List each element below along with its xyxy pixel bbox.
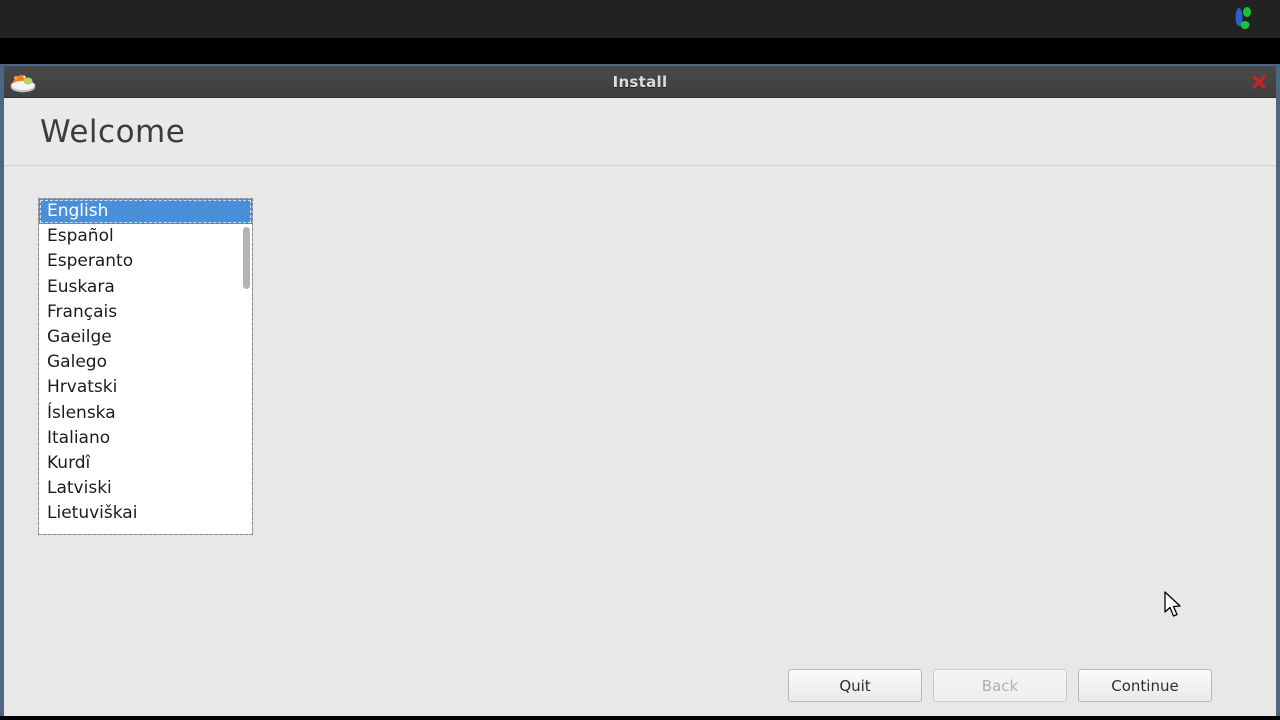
back-button: Back	[933, 669, 1067, 702]
desktop-top-panel	[0, 0, 1280, 38]
page-title: Welcome	[40, 113, 186, 150]
language-list[interactable]: English Español Esperanto Euskara Français Ga…	[39, 199, 252, 526]
installer-disc-icon	[10, 74, 36, 93]
continue-button[interactable]: Continue	[1078, 669, 1212, 702]
language-item[interactable]: Latviski	[39, 476, 252, 501]
language-item[interactable]: English	[39, 199, 252, 225]
language-item[interactable]: Lietuviškai	[39, 501, 252, 526]
navigation-buttons: Quit Back Continue	[788, 669, 1212, 702]
page-body: English Español Esperanto Euskara Français Ga…	[4, 166, 1276, 716]
language-item[interactable]: Français	[39, 300, 252, 325]
desktop-background	[0, 38, 1280, 64]
scrollbar-thumb[interactable]	[243, 227, 250, 289]
installer-window: Install Welcome English Español Esperanto E…	[0, 64, 1280, 716]
language-item[interactable]: Gaeilge	[39, 325, 252, 350]
network-status-icon[interactable]	[1228, 4, 1258, 34]
language-item[interactable]: Galego	[39, 350, 252, 375]
language-item[interactable]: Kurdî	[39, 451, 252, 476]
language-item[interactable]: Español	[39, 224, 252, 249]
language-item[interactable]: Esperanto	[39, 249, 252, 274]
close-button[interactable]	[1248, 71, 1270, 93]
system-tray[interactable]	[1228, 4, 1258, 34]
screen: Install Welcome English Español Esperanto E…	[0, 0, 1280, 720]
language-item[interactable]: Euskara	[39, 275, 252, 300]
language-item[interactable]: Íslenska	[39, 401, 252, 426]
quit-button[interactable]: Quit	[788, 669, 922, 702]
language-item[interactable]: Hrvatski	[39, 375, 252, 400]
language-listbox[interactable]: English Español Esperanto Euskara Français Ga…	[38, 198, 253, 535]
language-item[interactable]: Italiano	[39, 426, 252, 451]
close-x-icon[interactable]	[1251, 74, 1267, 90]
language-list-scrollbar[interactable]	[243, 225, 250, 534]
window-title: Install	[612, 72, 668, 91]
page-header: Welcome	[4, 98, 1276, 166]
window-titlebar[interactable]: Install	[4, 66, 1276, 98]
